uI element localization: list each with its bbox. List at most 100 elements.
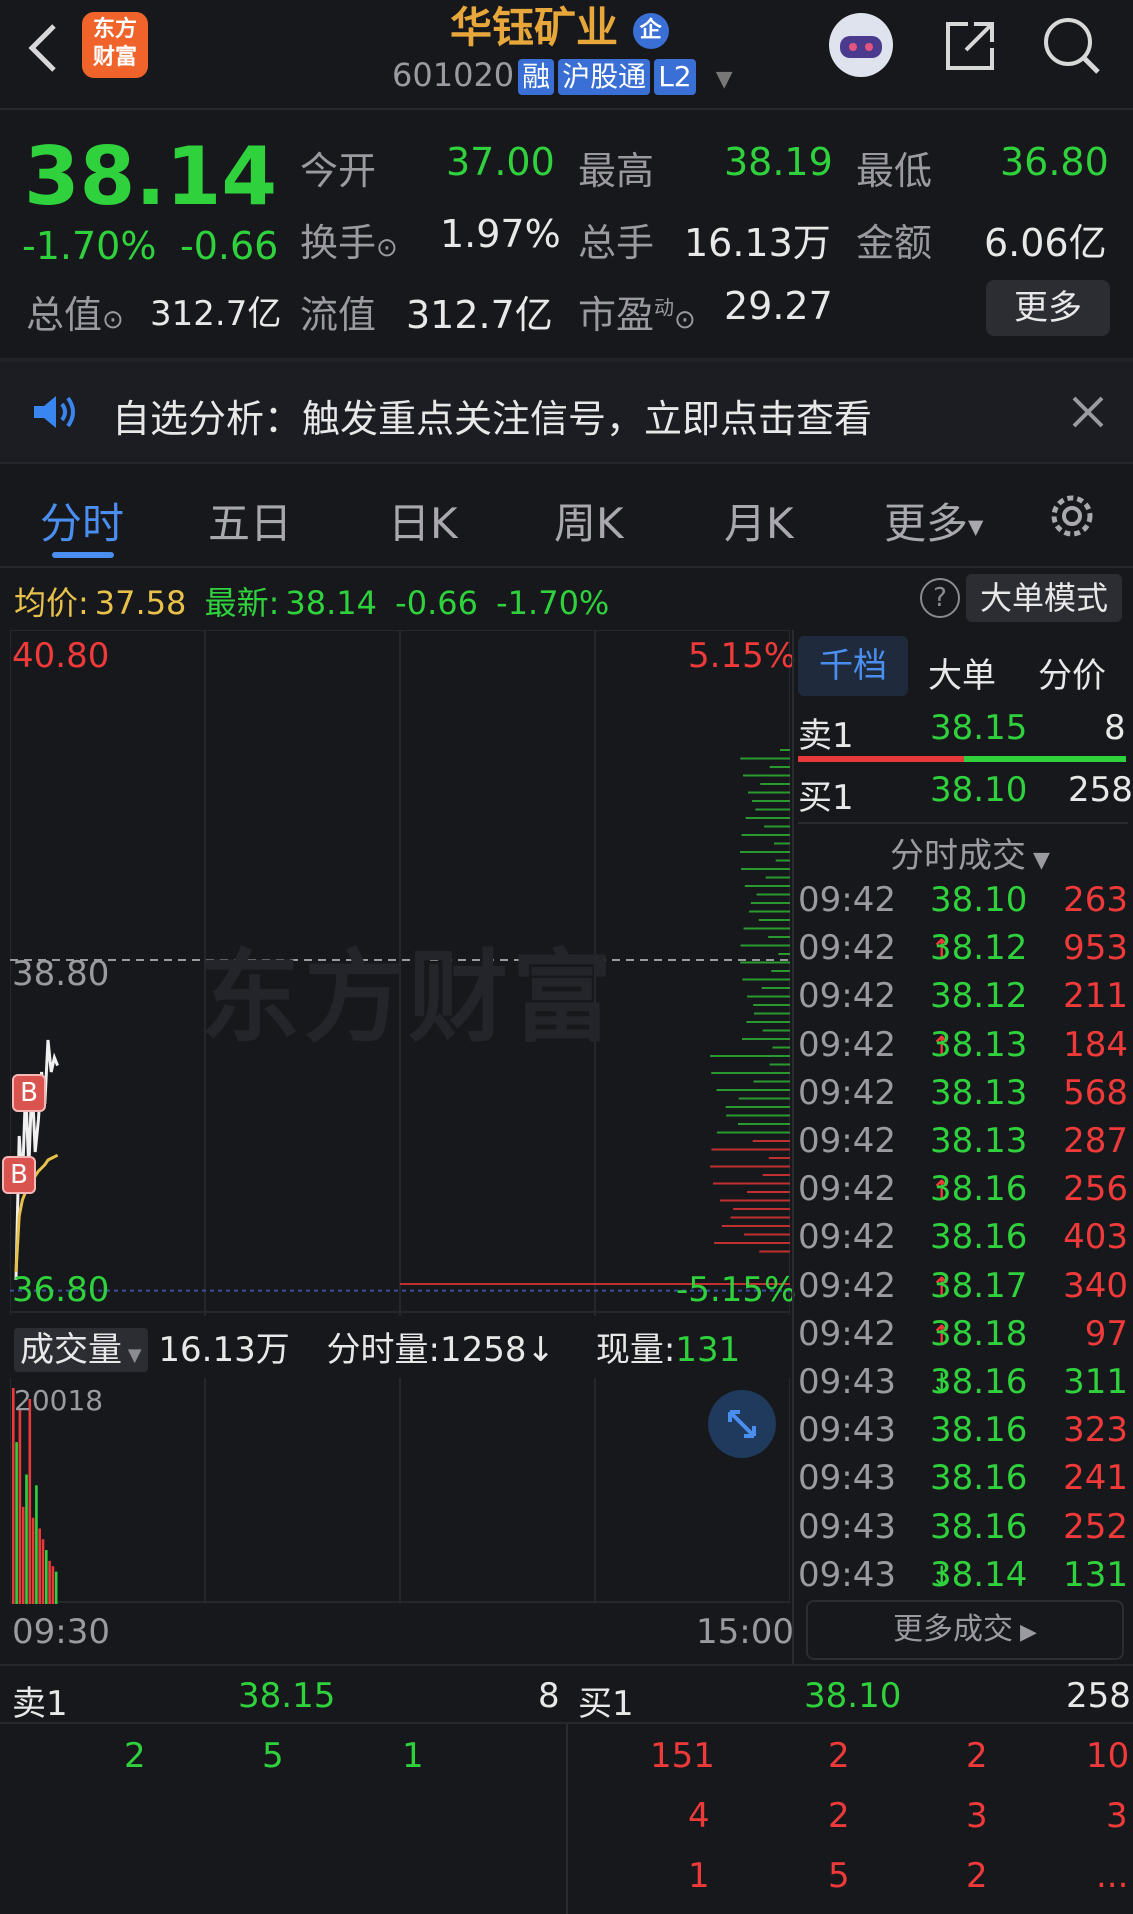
price-mid-label: 38.80 (12, 954, 110, 994)
tab-monthly-k[interactable]: 月K (724, 490, 794, 551)
trade-time: 09:42 (798, 880, 896, 920)
amount-label: 金额 (856, 221, 933, 265)
volume-bar (41, 1539, 45, 1604)
trade-volume: 256 (1063, 1169, 1128, 1210)
price-min-label: 36.80 (12, 1270, 110, 1310)
trade-price: 38.14 ↓ (930, 1554, 1028, 1595)
buy-queue-9: 1 (688, 1856, 710, 1896)
amount-value: 6.06亿 (984, 221, 1107, 265)
trades-title[interactable]: 分时成交 ▼ (890, 828, 1050, 877)
tab-daily-k[interactable]: 日K (388, 490, 458, 551)
dropdown-icon: ▼ (122, 1345, 142, 1366)
buy-marker-1[interactable]: B (12, 1074, 46, 1112)
tab-five-day[interactable]: 五日 (208, 490, 292, 551)
trade-row: 09:42 38.13 568 (798, 1072, 1128, 1113)
trade-volume: 252 (1063, 1506, 1128, 1547)
arrow-down-icon: ↓ (526, 1330, 556, 1370)
sell-queue-3: 1 (402, 1736, 424, 1776)
market-cap-label[interactable]: 总值⊙ (26, 284, 124, 339)
side-sell1-vol: 8 (1104, 708, 1126, 748)
buy-queue-12: ... (1096, 1856, 1129, 1896)
settings-gear-icon[interactable] (1044, 488, 1100, 544)
help-icon[interactable]: ? (920, 578, 960, 618)
side-buy1-label: 买1 (798, 778, 854, 818)
trade-time: 09:42 (798, 976, 896, 1017)
trade-volume: 241 (1063, 1458, 1128, 1499)
volume-bar (31, 1517, 35, 1604)
pe-label[interactable]: 市盈动⊙ (578, 284, 696, 339)
more-trades-button[interactable]: 更多成交 ▶ (806, 1600, 1124, 1660)
trade-time: 09:43 (798, 1458, 896, 1499)
order-book-divider (566, 1724, 568, 1914)
float-cap-label: 流值 (300, 293, 377, 337)
trade-price: 38.17 ↑ (930, 1265, 1028, 1306)
more-button[interactable]: 更多 (986, 280, 1110, 336)
trade-volume: 953 (1063, 928, 1128, 969)
volume-bar (35, 1485, 38, 1604)
trade-time: 09:42 (798, 928, 896, 969)
tag-l2: L2 (654, 59, 696, 95)
low-value: 36.80 (1000, 140, 1109, 184)
trade-row: 09:42 38.12 211 (798, 976, 1128, 1017)
bottom-sell1-price: 38.15 (238, 1676, 336, 1716)
volume-selector[interactable]: 成交量 ▼ (14, 1328, 148, 1372)
tab-intraday[interactable]: 分时 (40, 490, 124, 551)
bottom-sell1-vol: 8 (538, 1676, 560, 1716)
high-value: 38.19 (724, 140, 833, 184)
avg-value: 37.58 (94, 584, 187, 622)
tab-more[interactable]: 更多▼ (884, 490, 983, 551)
sell-queue-2: 5 (262, 1736, 284, 1776)
buy-queue-7: 3 (966, 1796, 988, 1836)
volume-header: 成交量 ▼ 16.13万 分时量:1258↓ 现量:131 (14, 1322, 794, 1372)
big-order-mode-button[interactable]: 大单模式 (966, 574, 1122, 622)
trade-volume: 184 (1063, 1024, 1128, 1065)
side-buy1-vol: 258 (1068, 770, 1133, 810)
latest-change: -0.66 (395, 584, 478, 622)
pct-max-label: 5.15% (688, 636, 797, 676)
expand-icon[interactable] (708, 1390, 776, 1458)
close-icon[interactable] (1068, 392, 1108, 432)
trade-volume: 131 (1063, 1554, 1128, 1595)
back-icon[interactable] (22, 18, 62, 78)
volume-chart[interactable] (10, 1378, 790, 1604)
turnover-label[interactable]: 换手⊙ (300, 212, 398, 267)
trade-price: 38.12 ↑ (930, 928, 1028, 969)
side-tab-big-orders[interactable]: 大单 (928, 648, 996, 697)
trade-time: 09:43 (798, 1362, 896, 1402)
enterprise-badge: 企 (632, 12, 669, 49)
buy-queue-8: 3 (1106, 1796, 1128, 1836)
side-tab-levels[interactable]: 千档 (798, 636, 908, 696)
volume-bar (15, 1442, 18, 1604)
notice-bar[interactable]: 自选分析：触发重点关注信号，立即点击查看 (0, 362, 1133, 462)
pe-dynamic-sup: 动 (654, 295, 675, 320)
side-tab-price-dist[interactable]: 分价 (1038, 648, 1106, 697)
turnover-value: 1.97% (440, 212, 561, 256)
sell-queue-1: 2 (124, 1736, 146, 1776)
market-cap-value: 312.7亿 (150, 294, 282, 334)
trade-time: 09:42 (798, 1169, 896, 1210)
trade-row: 09:43 38.16 323 (798, 1410, 1128, 1451)
trade-volume: 403 (1063, 1217, 1128, 1258)
info-icon: ⊙ (102, 305, 124, 335)
buy-queue-6: 2 (828, 1796, 850, 1836)
speaker-icon (30, 392, 80, 432)
trade-time: 09:42 (798, 1121, 896, 1161)
quote-panel: 38.14 -1.70% -0.66 今开 37.00 最高 38.19 最低 … (0, 110, 1133, 358)
stock-code-row[interactable]: 601020 融沪股通 L2 ▼ (392, 56, 733, 95)
tag-connect: 沪股通 (558, 59, 651, 95)
volume-max-label: 20018 (14, 1384, 104, 1417)
change-amount: -0.66 (180, 224, 279, 268)
volume-bar (38, 1528, 41, 1604)
chevron-down-icon: ▼ (715, 67, 733, 92)
share-icon[interactable] (940, 16, 1000, 76)
tab-weekly-k[interactable]: 周K (554, 490, 624, 551)
search-icon[interactable] (1040, 14, 1104, 78)
volume-bar (28, 1398, 32, 1604)
buy-queue-1: 151 (650, 1736, 715, 1776)
chart-infobar: 均价: 37.58 最新: 38.14 -0.66 -1.70% (14, 578, 609, 624)
buy-marker-2[interactable]: B (2, 1156, 36, 1194)
volume-bar (25, 1474, 28, 1604)
side-panel-divider (792, 630, 794, 1664)
robot-assistant-icon[interactable] (826, 10, 896, 80)
bottom-buy1-vol: 258 (1066, 1676, 1131, 1716)
